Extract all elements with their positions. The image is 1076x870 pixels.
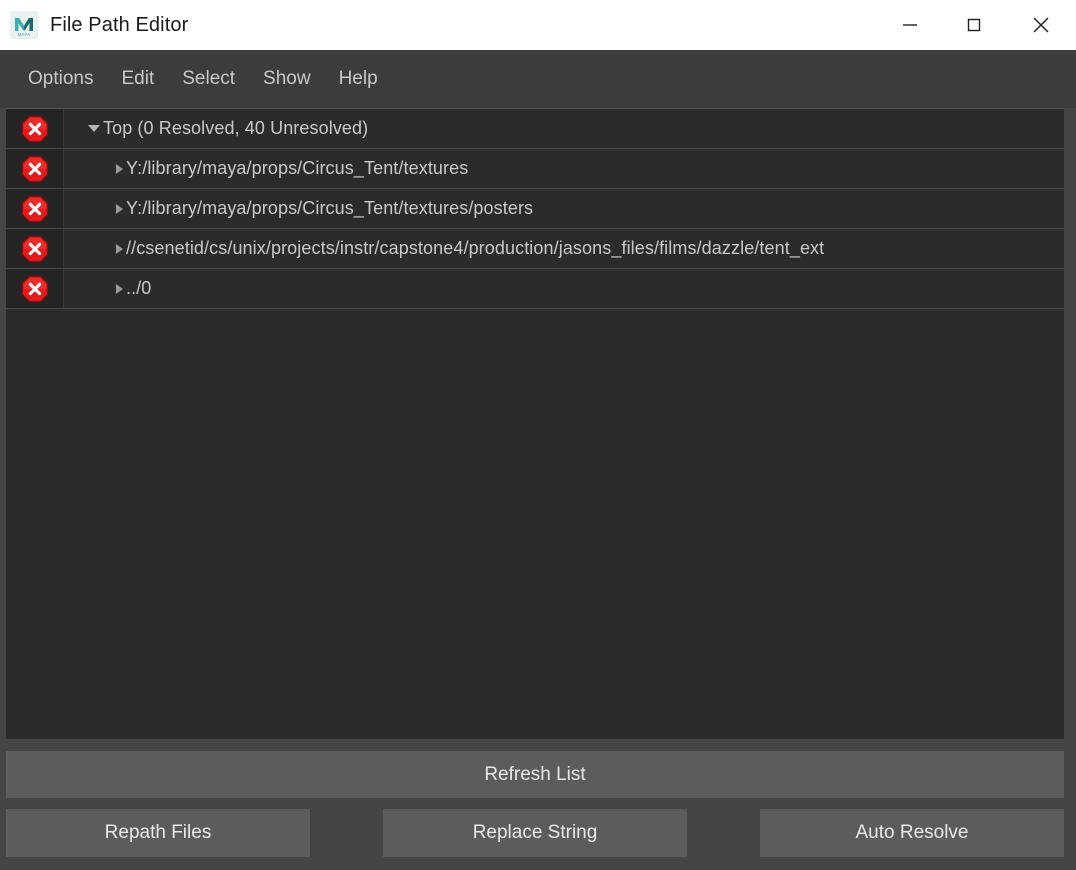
table-row[interactable]: Y:/library/maya/props/Circus_Tent/textur… <box>6 189 1064 229</box>
table-row[interactable]: //csenetid/cs/unix/projects/instr/capsto… <box>6 229 1064 269</box>
path-tree: Top (0 Resolved, 40 Unresolved) Y:/libra… <box>6 109 1064 309</box>
window-controls <box>878 0 1076 50</box>
status-badge <box>6 109 64 148</box>
chevron-right-icon[interactable] <box>116 283 123 294</box>
menu-item-show[interactable]: Show <box>249 64 325 94</box>
status-badge <box>6 189 64 228</box>
action-bar: Refresh List Repath Files Replace String… <box>0 739 1076 870</box>
close-button[interactable] <box>1006 0 1076 50</box>
status-badge <box>6 229 64 268</box>
menu-item-options[interactable]: Options <box>14 64 107 94</box>
refresh-list-label: Refresh List <box>484 763 586 785</box>
menu-item-help[interactable]: Help <box>325 64 392 94</box>
error-x-icon <box>21 195 48 222</box>
list-item-label: Y:/library/maya/props/Circus_Tent/textur… <box>126 158 469 178</box>
list-item-label: Y:/library/maya/props/Circus_Tent/textur… <box>126 198 534 218</box>
auto-resolve-label: Auto Resolve <box>855 822 969 843</box>
error-x-icon <box>21 235 48 262</box>
row-content: ../0 <box>64 278 1064 299</box>
table-row[interactable]: Top (0 Resolved, 40 Unresolved) <box>6 109 1064 149</box>
table-row[interactable]: Y:/library/maya/props/Circus_Tent/textur… <box>6 149 1064 189</box>
table-row[interactable]: ../0 <box>6 269 1064 309</box>
replace-string-label: Replace String <box>472 822 598 843</box>
row-content: Y:/library/maya/props/Circus_Tent/textur… <box>64 198 1064 219</box>
maximize-button[interactable] <box>942 0 1006 50</box>
maximize-icon <box>967 18 981 32</box>
file-path-list[interactable]: Top (0 Resolved, 40 Unresolved) Y:/libra… <box>6 108 1064 739</box>
list-item-label: Top (0 Resolved, 40 Unresolved) <box>103 118 369 138</box>
error-x-icon <box>21 115 48 142</box>
list-item-label: ../0 <box>126 278 152 298</box>
refresh-list-button[interactable]: Refresh List <box>6 751 1064 798</box>
auto-resolve-button[interactable]: Auto Resolve <box>760 809 1064 857</box>
chevron-down-icon[interactable] <box>88 125 100 132</box>
row-content: Top (0 Resolved, 40 Unresolved) <box>64 118 1064 139</box>
menu-item-edit[interactable]: Edit <box>107 64 168 94</box>
status-badge <box>6 149 64 188</box>
chevron-right-icon[interactable] <box>116 203 123 214</box>
svg-text:MAYA: MAYA <box>18 32 31 37</box>
status-badge <box>6 269 64 308</box>
minimize-icon <box>903 24 917 26</box>
error-x-icon <box>21 275 48 302</box>
minimize-button[interactable] <box>878 0 942 50</box>
replace-string-button[interactable]: Replace String <box>383 809 687 857</box>
menu-item-select[interactable]: Select <box>168 64 249 94</box>
chevron-right-icon[interactable] <box>116 243 123 254</box>
close-icon <box>1033 17 1049 33</box>
row-content: Y:/library/maya/props/Circus_Tent/textur… <box>64 158 1064 179</box>
row-content: //csenetid/cs/unix/projects/instr/capsto… <box>64 238 1064 259</box>
chevron-right-icon[interactable] <box>116 163 123 174</box>
error-x-icon <box>21 155 48 182</box>
repath-files-button[interactable]: Repath Files <box>6 809 310 857</box>
title-bar: MAYA File Path Editor <box>0 0 1076 50</box>
list-item-label: //csenetid/cs/unix/projects/instr/capsto… <box>126 238 825 258</box>
action-buttons-row: Repath Files Replace String Auto Resolve <box>6 809 1064 857</box>
menu-bar: Options Edit Select Show Help <box>0 50 1076 108</box>
file-path-editor-window: MAYA File Path Editor Options Edit Selec… <box>0 0 1076 870</box>
window-title: File Path Editor <box>50 13 189 36</box>
repath-files-label: Repath Files <box>104 822 212 843</box>
maya-logo-icon: MAYA <box>10 11 38 39</box>
